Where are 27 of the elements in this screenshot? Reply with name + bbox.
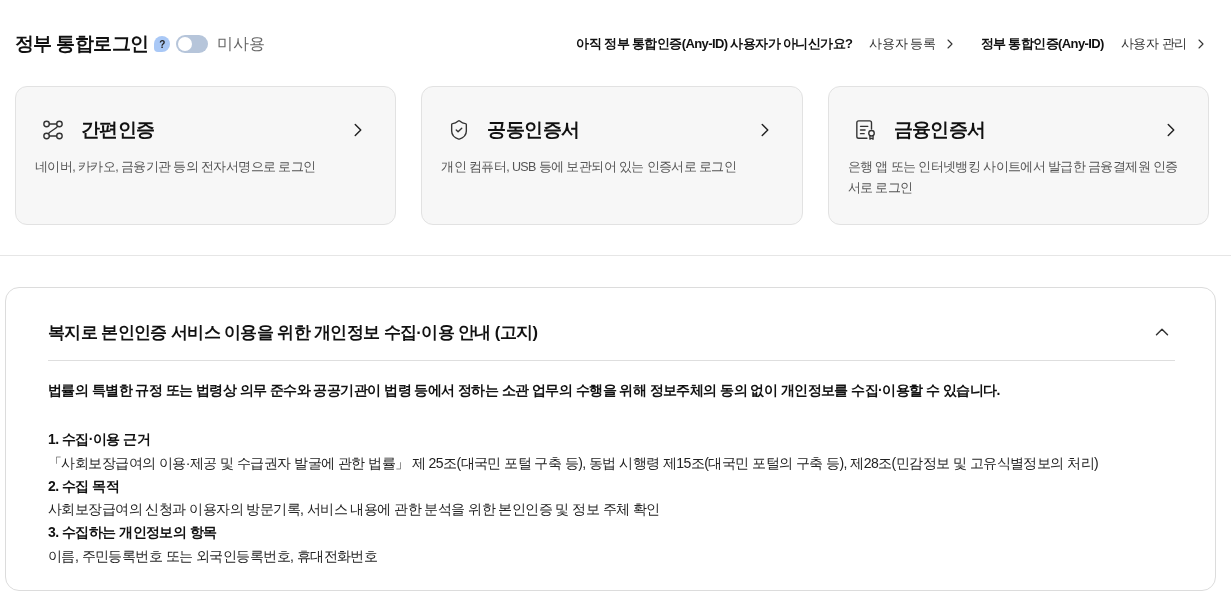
help-button[interactable]: ? [154, 36, 171, 52]
toggle-switch[interactable] [176, 35, 209, 53]
card-title: 금융인증서 [893, 118, 987, 142]
header-prompt: 아직 정부 통합인증(Any-ID) 사용자가 아니신가요? [576, 35, 853, 53]
card-title: 공동인증서 [487, 118, 581, 142]
card-description: 네이버, 카카오, 금융기관 등의 전자서명으로 로그인 [35, 159, 317, 176]
card-title: 간편인증 [81, 118, 156, 142]
login-option-card[interactable]: 공동인증서 개인 컴퓨터, USB 등에 보관되어 있는 인증서로 로그인 [421, 86, 803, 225]
toggle-label: 미사용 [217, 33, 266, 54]
section-text: 사회보장급여의 신청과 이용자의 방문기록, 서비스 내용에 관한 분석을 위한 본인인증 및 정보 주체 확인 [48, 500, 661, 520]
section-heading: 1. 수집·이용 근거 [48, 430, 152, 450]
card-description: 은행 앱 또는 인터넷뱅킹 사이트에서 발급한 금융결제원 인증서로 로그인 [847, 159, 1179, 197]
notice-title: 복지로 본인인증 서비스 이용을 위한 개인정보 수집·이용 안내 (고지) [48, 322, 538, 343]
header-link[interactable]: 사용자 관리 [1120, 35, 1209, 53]
notice-lead: 법률의 특별한 규정 또는 법령상 의무 준수와 공공기관이 법령 등에서 정하는 소관 업무의 수행을 위해 정보주체의 동의 없이 개인정보를 수집·이용할 수 있습니다. [48, 381, 1001, 400]
section-heading: 2. 수집 목적 [48, 476, 121, 496]
login-option-card[interactable]: 금융인증서 은행 앱 또는 인터넷뱅킹 사이트에서 발급한 금융결제원 인증서로 로그인 [827, 86, 1209, 225]
header-prompt: 정부 통합인증(Any-ID) [980, 35, 1104, 53]
section-heading: 3. 수집하는 개인정보의 항목 [48, 523, 218, 543]
card-description: 개인 컴퓨터, USB 등에 보관되어 있는 인증서로 로그인 [441, 159, 738, 176]
header-link[interactable]: 사용자 등록 [869, 35, 958, 53]
page-title: 정부 통합로그인 [15, 32, 149, 56]
certificate-icon [854, 119, 877, 141]
section-text: 「사회보장급여의 이용·제공 및 수급권자 발굴에 관한 법률」 제 25조(대국민 포털 구축 등), 동법 시행령 제15조(대국민 포털의 구축 등), 제28조(민감정보 및 고유식별정보의 처리) [48, 453, 1100, 473]
nodes-icon [42, 119, 64, 141]
section-text: 이름, 주민등록번호 또는 외국인등록번호, 휴대전화번호 [48, 546, 379, 566]
login-option-card[interactable]: 간편인증 네이버, 카카오, 금융기관 등의 전자서명으로 로그인 [15, 86, 397, 225]
